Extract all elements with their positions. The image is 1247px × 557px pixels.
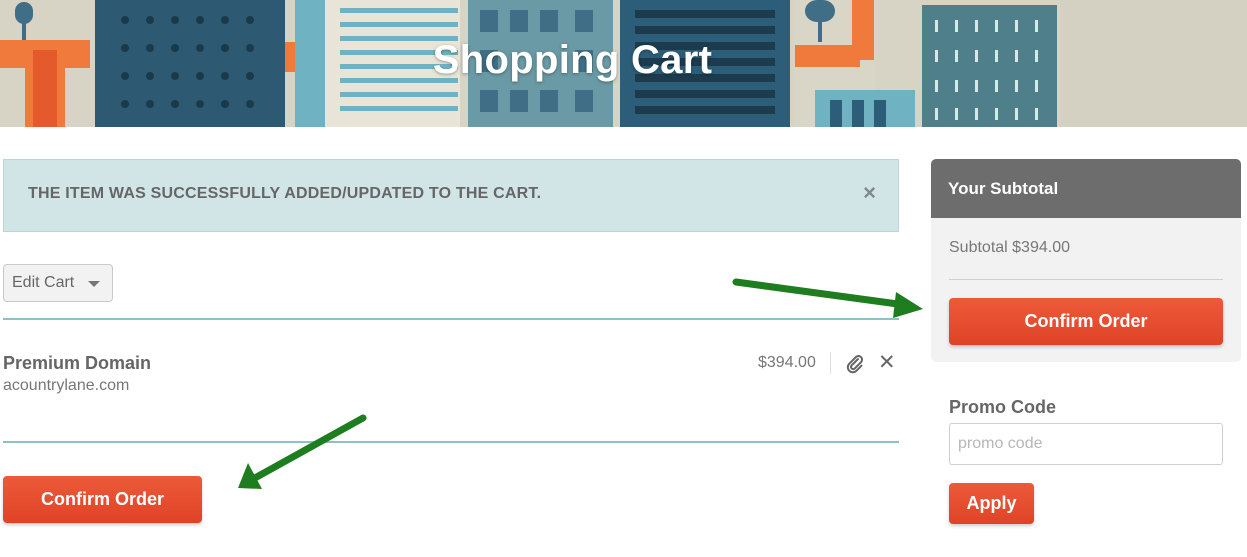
- promo-code-label: Promo Code: [949, 397, 1057, 417]
- hero-banner: Shopping Cart: [0, 0, 1247, 127]
- confirm-order-button[interactable]: Confirm Order: [3, 476, 202, 523]
- subtotal-amount: Subtotal $394.00: [949, 239, 1070, 256]
- page-title: Shopping Cart: [432, 38, 713, 82]
- item-domain: acountrylane.com: [3, 377, 130, 394]
- apply-promo-button[interactable]: Apply: [949, 483, 1034, 524]
- paperclip-icon[interactable]: [845, 354, 865, 374]
- promo-code-input[interactable]: [949, 423, 1223, 465]
- subtotal-panel: Your Subtotal Subtotal $394.00 Confirm O…: [931, 159, 1241, 362]
- item-price: $394.00: [758, 354, 816, 371]
- arrow-to-main-confirm: [238, 414, 367, 489]
- item-separator: [830, 352, 831, 374]
- subtotal-header: Your Subtotal: [931, 159, 1241, 218]
- chevron-down-icon: [88, 281, 100, 287]
- edit-cart-dropdown[interactable]: Edit Cart: [3, 264, 113, 302]
- cart-divider-top: [3, 318, 899, 320]
- cart-divider-bottom: [3, 441, 899, 443]
- close-icon[interactable]: ×: [863, 182, 876, 204]
- sidebar-confirm-order-button[interactable]: Confirm Order: [949, 298, 1223, 345]
- subtotal-divider: [949, 279, 1223, 280]
- item-name: Premium Domain: [3, 353, 152, 373]
- edit-cart-label: Edit Cart: [12, 274, 75, 291]
- success-alert: THE ITEM WAS SUCCESSFULLY ADDED/UPDATED …: [3, 159, 899, 232]
- alert-message: THE ITEM WAS SUCCESSFULLY ADDED/UPDATED …: [28, 185, 542, 202]
- remove-item-icon[interactable]: ✕: [878, 352, 896, 374]
- arrow-to-sidebar-confirm: [732, 278, 923, 318]
